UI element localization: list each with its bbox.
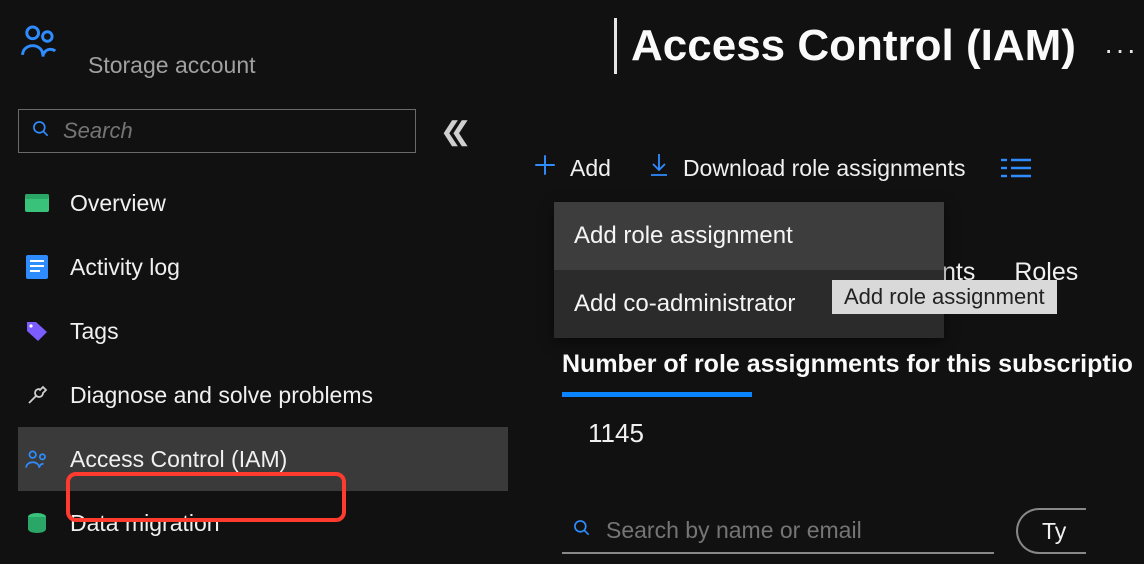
sidebar-search[interactable] <box>18 109 416 153</box>
search-icon <box>31 119 51 144</box>
download-button-label: Download role assignments <box>683 155 966 182</box>
page-title: Access Control (IAM) <box>631 21 1076 71</box>
edit-columns-button[interactable] <box>1001 157 1031 179</box>
add-button-label: Add <box>570 155 611 182</box>
search-icon <box>572 518 592 543</box>
tags-icon <box>22 320 52 342</box>
list-icon <box>1001 157 1031 179</box>
sidebar-item-data-migration[interactable]: Data migration <box>18 491 508 555</box>
add-dropdown: Add role assignment Add co-administrator <box>554 202 944 338</box>
more-menu-icon[interactable]: ··· <box>1104 34 1138 66</box>
filter-search[interactable] <box>562 508 994 554</box>
dropdown-item-add-role-assignment[interactable]: Add role assignment <box>554 202 944 270</box>
sidebar-item-label: Data migration <box>70 510 220 537</box>
section-title: Number of role assignments for this subs… <box>562 350 1133 379</box>
download-icon <box>647 152 671 184</box>
overview-icon <box>22 194 52 212</box>
sidebar-item-label: Activity log <box>70 254 180 281</box>
people-small-icon <box>22 448 52 470</box>
wrench-icon <box>22 383 52 407</box>
sidebar-item-label: Overview <box>70 190 166 217</box>
download-role-assignments-button[interactable]: Download role assignments <box>647 152 966 184</box>
sidebar-item-label: Diagnose and solve problems <box>70 382 373 409</box>
title-divider <box>614 18 617 74</box>
type-filter-pill[interactable]: Ty <box>1016 508 1086 554</box>
role-assignment-count: 1145 <box>588 418 644 449</box>
sidebar-item-access-control[interactable]: Access Control (IAM) <box>18 427 508 491</box>
database-icon <box>22 512 52 534</box>
filter-search-input[interactable] <box>606 517 984 544</box>
tooltip: Add role assignment <box>832 280 1057 314</box>
sidebar-item-tags[interactable]: Tags <box>18 299 508 363</box>
sidebar-item-label: Tags <box>70 318 119 345</box>
resource-type-label: Storage account <box>88 52 256 79</box>
people-icon <box>18 20 62 69</box>
type-filter-label: Ty <box>1042 518 1066 545</box>
usage-progress-bar <box>562 392 752 397</box>
plus-icon <box>532 152 558 184</box>
sidebar-item-overview[interactable]: Overview <box>18 171 508 235</box>
sidebar-item-diagnose[interactable]: Diagnose and solve problems <box>18 363 508 427</box>
activity-log-icon <box>22 255 52 279</box>
sidebar-item-label: Access Control (IAM) <box>70 446 287 473</box>
sidebar-item-activity-log[interactable]: Activity log <box>18 235 508 299</box>
collapse-sidebar-icon[interactable]: ❮❮ <box>440 116 460 147</box>
sidebar-search-input[interactable] <box>63 118 403 144</box>
add-button[interactable]: Add <box>532 152 611 184</box>
command-bar: Add Download role assignments <box>508 152 1144 184</box>
